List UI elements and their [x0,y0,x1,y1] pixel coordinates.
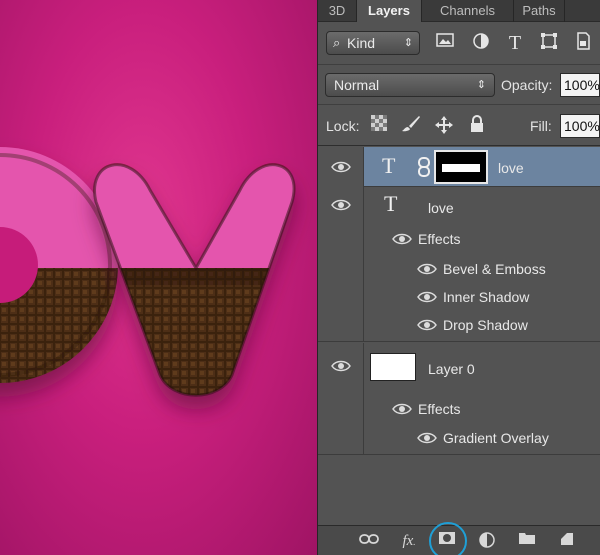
layer-name[interactable]: love [498,160,524,176]
canvas-artwork [0,147,296,397]
layer-group-love-text: T love Effects Bevel & Emboss Inner Shad… [318,187,600,342]
eye-icon[interactable] [417,432,437,444]
layer-mask-thumbnail[interactable] [434,150,488,184]
eye-icon[interactable] [392,233,412,245]
effect-inner-shadow[interactable]: Inner Shadow [413,286,593,308]
effect-name: Drop Shadow [443,317,528,333]
filter-shape-icon[interactable] [538,32,560,54]
tab-layers[interactable]: Layers [357,0,421,22]
opacity-field[interactable]: 100% [560,73,600,97]
effect-name: Inner Shadow [443,289,530,305]
updown-arrows-icon: ⇕ [403,37,413,49]
eye-icon[interactable] [392,403,412,415]
lock-all-padlock-icon[interactable] [466,115,488,137]
layer-filter-row: ⌕ Kind ⇕ T [318,22,600,64]
tab-paths[interactable]: Paths [514,0,564,22]
document-canvas[interactable] [0,0,317,555]
blend-mode-select[interactable]: Normal ⇕ [325,73,495,97]
effect-bevel-emboss[interactable]: Bevel & Emboss [413,258,593,280]
tab-3d[interactable]: 3D [318,0,356,22]
layers-panel: 3D Layers Channels Paths ⌕ Kind ⇕ T Norm… [317,0,600,555]
effect-drop-shadow[interactable]: Drop Shadow [413,314,593,336]
filter-type-icon[interactable]: T [504,32,526,54]
highlight-ring [429,522,467,555]
filter-adjustment-icon[interactable] [470,32,492,54]
layer-name[interactable]: love [428,200,454,216]
layer-thumbnail[interactable] [370,353,416,381]
type-layer-icon: T [384,191,398,216]
lock-transparent-pixels-icon[interactable] [368,115,390,137]
search-icon: ⌕ [333,35,341,50]
tab-divider [564,0,565,22]
lock-image-pixels-brush-icon[interactable] [400,115,422,137]
visibility-toggle[interactable] [318,147,364,187]
layer-name[interactable]: Layer 0 [428,361,475,377]
lock-position-move-icon[interactable] [433,115,455,137]
eye-icon[interactable] [417,291,437,303]
opacity-label: Opacity: [501,77,553,93]
effect-name: Bevel & Emboss [443,261,546,277]
eye-icon[interactable] [417,319,437,331]
eye-icon[interactable] [417,263,437,275]
layer-row-love-masked[interactable]: T love [318,147,600,187]
updown-arrows-icon: ⇕ [476,79,486,91]
eye-icon[interactable] [331,360,351,372]
layer-group-layer-0: Layer 0 Effects Gradient Overlay [318,343,600,455]
effect-gradient-overlay[interactable]: Gradient Overlay [413,427,593,449]
effects-label: Effects [418,231,461,247]
new-layer-icon[interactable] [556,531,578,551]
new-group-folder-icon[interactable] [516,531,538,551]
layer-row-layer-0[interactable]: Layer 0 [318,343,600,389]
tab-channels[interactable]: Channels [422,0,513,22]
fill-label: Fill: [530,118,552,134]
lock-label: Lock: [326,118,360,134]
layer-row-love-text[interactable]: T love [318,187,600,225]
panel-bottom-bar: fx. [318,522,600,555]
panel-tab-bar: 3D Layers Channels Paths [318,0,600,22]
fx-layer-style-icon[interactable]: fx. [398,531,420,551]
effect-name: Gradient Overlay [443,430,549,446]
filter-kind-label: Kind [347,35,376,51]
type-layer-icon: T [382,153,396,178]
effects-label: Effects [418,401,461,417]
eye-icon [331,161,351,173]
blend-row: Normal ⇕ Opacity: 100% [318,64,600,104]
adjustment-layer-icon[interactable] [476,531,498,551]
eye-icon[interactable] [331,199,351,211]
filter-smart-object-icon[interactable] [572,32,594,54]
lock-row: Lock: Fill: 100% [318,104,600,146]
blend-mode-value: Normal [334,77,380,93]
link-chain-icon[interactable] [417,157,431,182]
fill-field[interactable]: 100% [560,114,600,138]
filter-pixel-icon[interactable] [434,32,456,54]
filter-kind-select[interactable]: ⌕ Kind ⇕ [326,31,420,55]
link-layers-icon[interactable] [358,531,380,551]
